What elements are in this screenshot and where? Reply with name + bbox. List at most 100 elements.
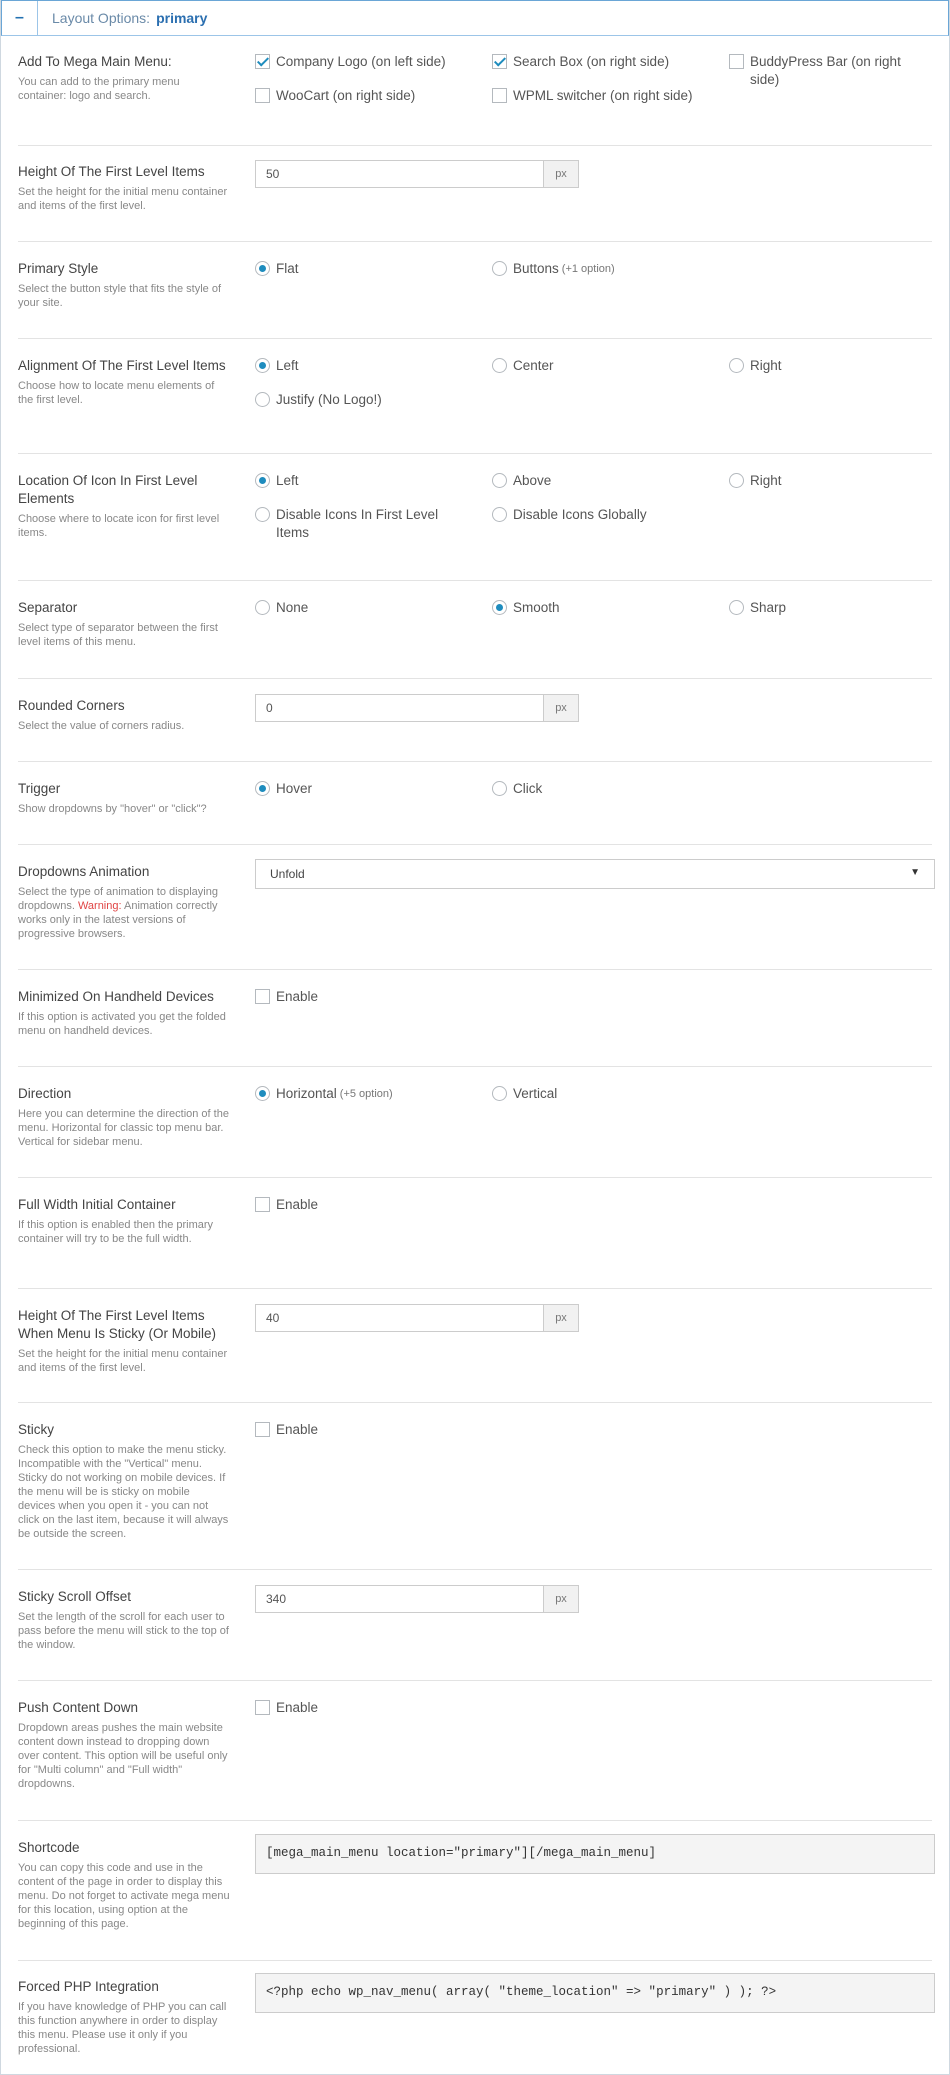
- chevron-down-icon[interactable]: ▼: [910, 867, 920, 881]
- checkbox-company-logo[interactable]: Company Logo (on left side): [255, 53, 446, 71]
- radio-direction-horizontal[interactable]: Horizontal (+5 option): [255, 1085, 393, 1103]
- height-sticky-input[interactable]: 40 px: [255, 1304, 579, 1332]
- radio-label: Flat: [276, 261, 299, 276]
- row-rounded-corners: Rounded Corners Select the value of corn…: [18, 694, 932, 762]
- setting-title: Sticky Scroll Offset: [18, 1589, 132, 1604]
- row-direction: Direction Here you can determine the dir…: [18, 1085, 932, 1178]
- radio-align-left[interactable]: Left: [255, 357, 299, 375]
- radio-direction-vertical[interactable]: Vertical: [492, 1085, 557, 1103]
- setting-description: Set the height for the initial menu cont…: [18, 1348, 228, 1374]
- radio-button[interactable]: [255, 358, 270, 373]
- row-label: Height Of The First Level Items When Men…: [18, 1307, 230, 1375]
- row-label: Add To Mega Main Menu: You can add to th…: [18, 53, 230, 103]
- radio-icon-disable-globally[interactable]: Disable Icons Globally: [492, 506, 647, 524]
- setting-description: Select the button style that fits the st…: [18, 283, 222, 309]
- checkbox-wpml-switcher[interactable]: WPML switcher (on right side): [492, 87, 693, 105]
- radio-label: Left: [276, 473, 299, 488]
- radio-align-center[interactable]: Center: [492, 357, 554, 375]
- checkbox-push-content-enable[interactable]: Enable: [255, 1699, 318, 1717]
- radio-button[interactable]: [492, 600, 507, 615]
- radio-button[interactable]: [729, 600, 744, 615]
- radio-button[interactable]: [255, 1086, 270, 1101]
- checkbox-box[interactable]: [255, 989, 270, 1004]
- row-label: Forced PHP Integration If you have knowl…: [18, 1978, 230, 2056]
- radio-button[interactable]: [255, 261, 270, 276]
- radio-icon-disable-first-level[interactable]: Disable Icons In First Level Items: [255, 506, 455, 542]
- checkbox-buddypress-bar[interactable]: BuddyPress Bar (on right side): [729, 53, 932, 89]
- row-label: Full Width Initial Container If this opt…: [18, 1196, 230, 1246]
- radio-button[interactable]: [492, 358, 507, 373]
- unit-suffix: px: [543, 1586, 578, 1612]
- radio-button[interactable]: [729, 358, 744, 373]
- sticky-offset-input[interactable]: 340 px: [255, 1585, 579, 1613]
- rounded-corners-input[interactable]: 0 px: [255, 694, 579, 722]
- setting-description: If this option is activated you get the …: [18, 1011, 226, 1037]
- shortcode-field[interactable]: [mega_main_menu location="primary"][/meg…: [255, 1834, 935, 1874]
- row-label: Push Content Down Dropdown areas pushes …: [18, 1699, 230, 1791]
- panel-title: Layout Options: primary: [38, 10, 207, 26]
- row-shortcode: Shortcode You can copy this code and use…: [18, 1834, 935, 1961]
- checkbox-box[interactable]: [255, 1422, 270, 1437]
- setting-title: Rounded Corners: [18, 698, 125, 713]
- setting-description: Choose how to locate menu elements of th…: [18, 380, 215, 406]
- checkbox-box[interactable]: [492, 54, 507, 69]
- input-value[interactable]: 340: [256, 1586, 543, 1612]
- radio-button[interactable]: [492, 781, 507, 796]
- radio-style-flat[interactable]: Flat: [255, 260, 299, 278]
- row-label: Height Of The First Level Items Set the …: [18, 163, 230, 213]
- checkbox-woocart[interactable]: WooCart (on right side): [255, 87, 415, 105]
- checkbox-box[interactable]: [255, 88, 270, 103]
- radio-button[interactable]: [255, 507, 270, 522]
- row-label: Shortcode You can copy this code and use…: [18, 1839, 230, 1931]
- radio-align-right[interactable]: Right: [729, 357, 782, 375]
- row-label: Sticky Check this option to make the men…: [18, 1421, 230, 1541]
- radio-button[interactable]: [492, 507, 507, 522]
- radio-style-buttons[interactable]: Buttons (+1 option): [492, 260, 615, 278]
- checkbox-box[interactable]: [492, 88, 507, 103]
- checkbox-box[interactable]: [255, 54, 270, 69]
- height-first-level-input[interactable]: 50 px: [255, 160, 579, 188]
- radio-button[interactable]: [255, 392, 270, 407]
- radio-align-justify[interactable]: Justify (No Logo!): [255, 391, 382, 409]
- radio-trigger-hover[interactable]: Hover: [255, 780, 312, 798]
- radio-icon-right[interactable]: Right: [729, 472, 782, 490]
- input-value[interactable]: 0: [256, 695, 543, 721]
- setting-title: Separator: [18, 600, 78, 615]
- panel-header[interactable]: – Layout Options: primary: [1, 0, 949, 36]
- radio-button[interactable]: [255, 781, 270, 796]
- input-value[interactable]: 50: [256, 161, 543, 187]
- radio-button[interactable]: [492, 473, 507, 488]
- checkbox-full-width-enable[interactable]: Enable: [255, 1196, 318, 1214]
- radio-button[interactable]: [492, 261, 507, 276]
- radio-button[interactable]: [255, 473, 270, 488]
- checkbox-box[interactable]: [729, 54, 744, 69]
- row-separator: Separator Select type of separator betwe…: [18, 599, 932, 679]
- radio-label: Click: [513, 781, 543, 796]
- collapse-toggle-button[interactable]: –: [2, 1, 38, 35]
- select-value: Unfold: [270, 867, 305, 881]
- input-value[interactable]: 40: [256, 1305, 543, 1331]
- radio-separator-none[interactable]: None: [255, 599, 308, 617]
- unit-suffix: px: [543, 161, 578, 187]
- checkbox-box[interactable]: [255, 1700, 270, 1715]
- checkbox-sticky-enable[interactable]: Enable: [255, 1421, 318, 1439]
- radio-separator-sharp[interactable]: Sharp: [729, 599, 786, 617]
- radio-label: Buttons: [513, 261, 559, 276]
- radio-button[interactable]: [255, 600, 270, 615]
- warning-label: Warning:: [77, 900, 122, 912]
- checkbox-box[interactable]: [255, 1197, 270, 1212]
- radio-trigger-click[interactable]: Click: [492, 780, 542, 798]
- setting-title: Alignment Of The First Level Items: [18, 358, 226, 373]
- radio-button[interactable]: [729, 473, 744, 488]
- radio-icon-left[interactable]: Left: [255, 472, 299, 490]
- php-code-field[interactable]: <?php echo wp_nav_menu( array( "theme_lo…: [255, 1973, 935, 2013]
- checkbox-minimized-enable[interactable]: Enable: [255, 988, 318, 1006]
- checkbox-search-box[interactable]: Search Box (on right side): [492, 53, 669, 71]
- checkbox-label: Search Box (on right side): [513, 54, 670, 69]
- unit-suffix: px: [543, 1305, 578, 1331]
- radio-label: Above: [513, 473, 552, 488]
- radio-icon-above[interactable]: Above: [492, 472, 551, 490]
- radio-separator-smooth[interactable]: Smooth: [492, 599, 560, 617]
- animation-select[interactable]: Unfold ▼: [255, 859, 935, 889]
- radio-button[interactable]: [492, 1086, 507, 1101]
